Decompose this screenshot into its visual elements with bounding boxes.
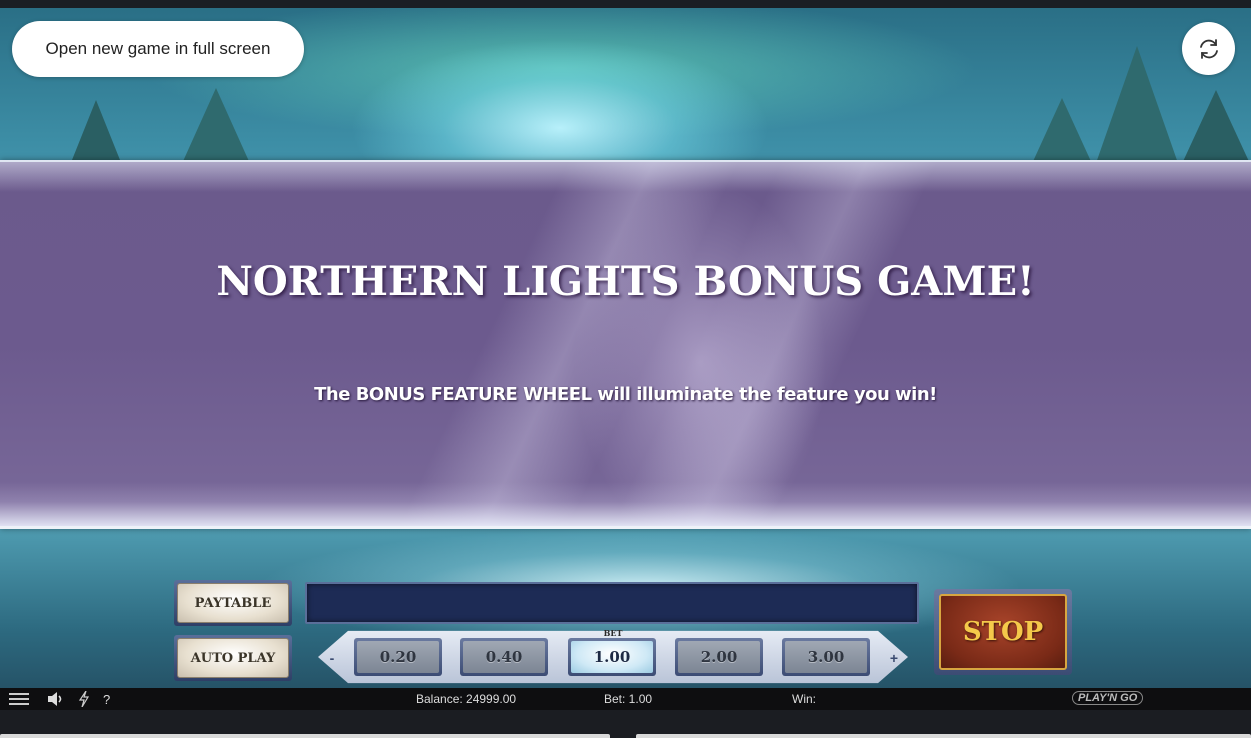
sound-icon[interactable] xyxy=(47,692,65,709)
bet-decrease-button[interactable]: - xyxy=(322,645,342,671)
paytable-button[interactable]: PAYTABLE xyxy=(174,580,292,626)
bet-option-value: 1.00 xyxy=(571,641,653,673)
footer-tab xyxy=(636,734,1251,738)
pine-tree xyxy=(1030,98,1094,168)
autoplay-button[interactable]: AUTO PLAY xyxy=(174,635,292,681)
bet-option[interactable]: 0.20 xyxy=(354,638,442,676)
turbo-icon[interactable] xyxy=(78,690,90,710)
minus-icon: - xyxy=(329,650,335,666)
frost-bottom xyxy=(0,482,1251,526)
fullscreen-button[interactable]: Open new game in full screen xyxy=(12,21,304,77)
stop-button[interactable]: STOP xyxy=(934,589,1072,675)
frost-top xyxy=(0,162,1251,192)
reload-button[interactable] xyxy=(1182,22,1235,75)
pine-tree xyxy=(180,88,252,168)
reload-icon xyxy=(1199,38,1218,59)
banner-title: NORTHERN LIGHTS BONUS GAME! xyxy=(216,258,1035,305)
bet-option[interactable]: 3.00 xyxy=(782,638,870,676)
banner-subtitle: The BONUS FEATURE WHEEL will illuminate … xyxy=(314,384,937,405)
bet-option-value: 2.00 xyxy=(678,641,760,673)
autoplay-label: AUTO PLAY xyxy=(190,650,276,666)
bet-option[interactable]: 2.00 xyxy=(675,638,763,676)
plus-icon: + xyxy=(889,650,899,666)
bet-caption: BET xyxy=(603,628,623,638)
stop-label: STOP xyxy=(962,617,1044,647)
pine-tree xyxy=(1095,46,1179,166)
bet-option-selected[interactable]: 1.00 xyxy=(568,638,656,676)
bet-display: Bet: 1.00 xyxy=(604,692,653,706)
balance-display: Balance: 24999.00 xyxy=(416,692,517,706)
fullscreen-label: Open new game in full screen xyxy=(45,39,271,58)
pine-tree xyxy=(1180,90,1251,168)
message-bar xyxy=(305,582,919,624)
help-icon[interactable]: ? xyxy=(103,692,110,707)
playngo-logo: PLAY'N GO xyxy=(1072,691,1144,705)
bet-option-value: 0.20 xyxy=(357,641,439,673)
footer-tab xyxy=(0,734,610,738)
bet-option[interactable]: 0.40 xyxy=(460,638,548,676)
status-bar: ? Balance: 24999.00 Bet: 1.00 Win: PLAY'… xyxy=(0,688,1251,710)
browser-footer xyxy=(0,710,1251,738)
top-bar xyxy=(0,0,1251,8)
bonus-banner: NORTHERN LIGHTS BONUS GAME! The BONUS FE… xyxy=(0,160,1251,529)
menu-icon[interactable] xyxy=(9,693,29,708)
bet-increase-button[interactable]: + xyxy=(884,645,904,671)
win-display: Win: xyxy=(792,692,816,706)
paytable-label: PAYTABLE xyxy=(194,595,272,611)
bet-option-value: 3.00 xyxy=(785,641,867,673)
bet-option-value: 0.40 xyxy=(463,641,545,673)
